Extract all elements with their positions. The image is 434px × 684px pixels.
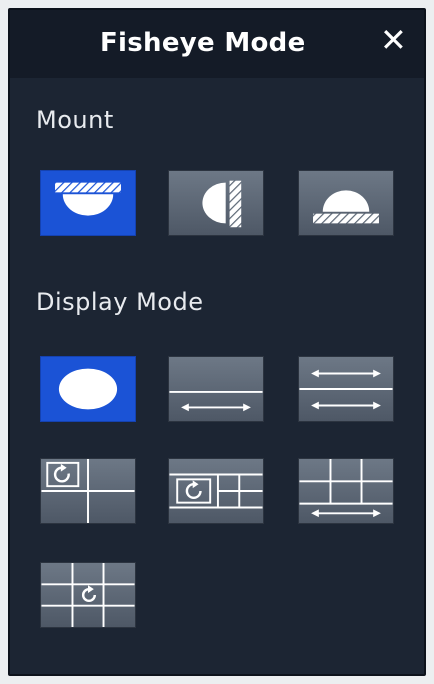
panorama-button[interactable] — [168, 356, 264, 422]
dual-panorama-button[interactable] — [298, 356, 394, 422]
fisheye-circle-icon — [58, 368, 118, 410]
fisheye-plus-3ptz-button[interactable] — [40, 458, 136, 524]
dialog-header: Fisheye Mode ✕ — [10, 10, 424, 78]
wall-mount-icon — [202, 180, 242, 228]
fisheye-plus-8ptz-button[interactable] — [168, 458, 264, 524]
fisheye-plus-8ptz-grid-icon — [41, 563, 135, 627]
fisheye-plus-8ptz-grid-button[interactable] — [40, 562, 136, 628]
fisheye-plus-3ptz-icon — [41, 459, 135, 523]
panorama-plus-6ptz-icon — [299, 459, 393, 518]
ceiling-mount-button[interactable] — [40, 170, 136, 236]
panorama-icon — [169, 390, 263, 412]
fisheye-plus-8ptz-icon — [169, 473, 263, 509]
display-mode-section-label: Display Mode — [36, 288, 204, 316]
close-icon[interactable]: ✕ — [380, 24, 407, 56]
screen-background: Fisheye Mode ✕ Mount Display Mode — [0, 0, 434, 684]
dialog-title: Fisheye Mode — [100, 28, 306, 58]
wall-mount-button[interactable] — [168, 170, 264, 236]
panorama-plus-6ptz-button[interactable] — [298, 458, 394, 524]
desktop-mount-icon — [313, 190, 379, 224]
mount-section-label: Mount — [36, 106, 114, 134]
ceiling-mount-icon — [55, 182, 121, 216]
original-fisheye-button[interactable] — [40, 356, 136, 422]
dual-panorama-icon — [299, 369, 393, 410]
desktop-mount-button[interactable] — [298, 170, 394, 236]
fisheye-mode-dialog: Fisheye Mode ✕ Mount Display Mode — [8, 8, 426, 676]
